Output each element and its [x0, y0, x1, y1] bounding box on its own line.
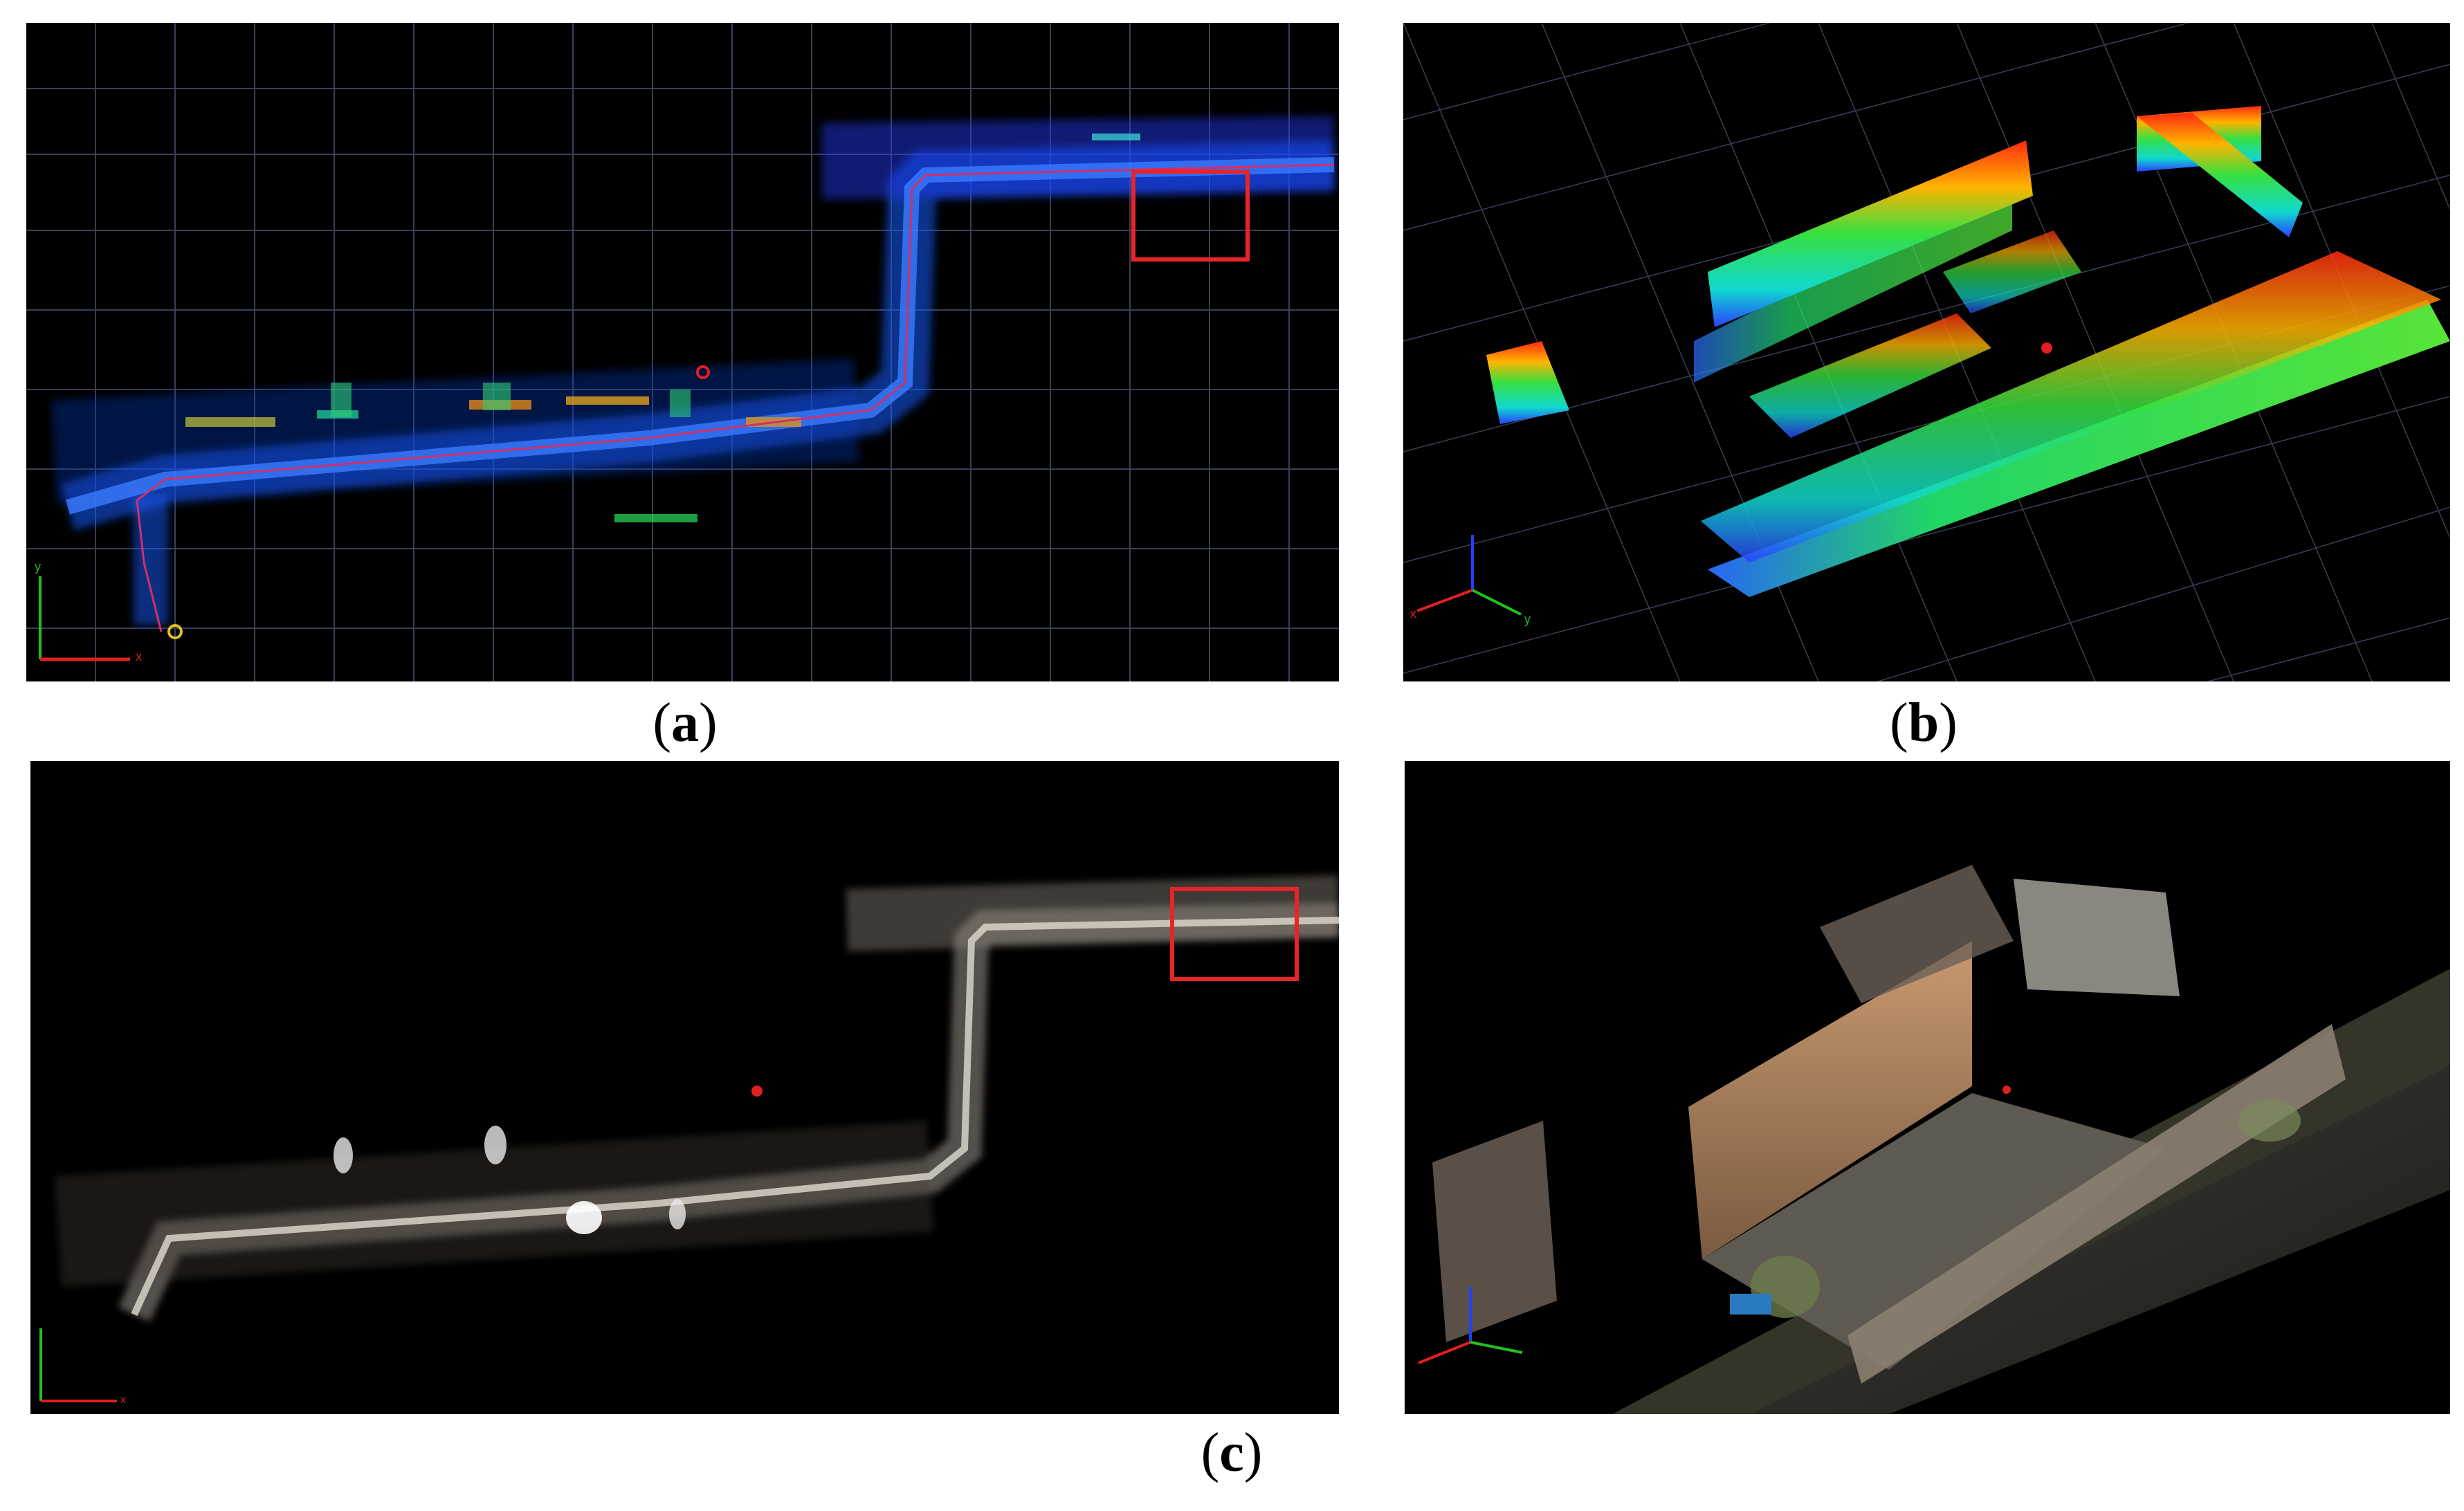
svg-text:y: y — [1524, 612, 1531, 626]
panel-c-canvas: x — [39, 875, 1339, 1406]
panel-b-oblique-view: x y — [1403, 23, 2450, 681]
svg-text:y: y — [35, 560, 41, 574]
caption-c-letter: c — [1219, 1422, 1244, 1483]
panel-b-canvas: x y — [1403, 23, 2450, 681]
panel-c-oblique-view — [1405, 761, 2450, 1414]
axis-gizmo-b: x y — [1410, 535, 1531, 626]
axis-gizmo-c: x — [39, 1328, 126, 1406]
svg-text:x: x — [120, 1394, 126, 1406]
rgb-point-cloud-street — [54, 875, 1339, 1322]
svg-text:x: x — [1410, 607, 1416, 621]
marker — [2041, 342, 2052, 354]
caption-a: (a) — [652, 693, 718, 753]
panel-c-top-view: x — [30, 761, 1339, 1414]
panel-a-top-view: x y — [26, 23, 1339, 681]
caption-a-letter: a — [671, 693, 699, 753]
caption-b: (b) — [1890, 693, 1957, 753]
panel-a-canvas: x y — [26, 23, 1339, 681]
building-west — [1486, 341, 1569, 424]
axis-gizmo: x y — [35, 560, 142, 663]
building-tower — [2014, 879, 2180, 996]
svg-text:x: x — [136, 650, 142, 663]
panel-c-oblique-canvas — [1418, 865, 2450, 1414]
caption-c: (c) — [1201, 1422, 1263, 1483]
ground-strip — [1708, 300, 2450, 597]
caption-b-letter: b — [1908, 693, 1940, 753]
building-left — [1432, 1121, 1557, 1342]
